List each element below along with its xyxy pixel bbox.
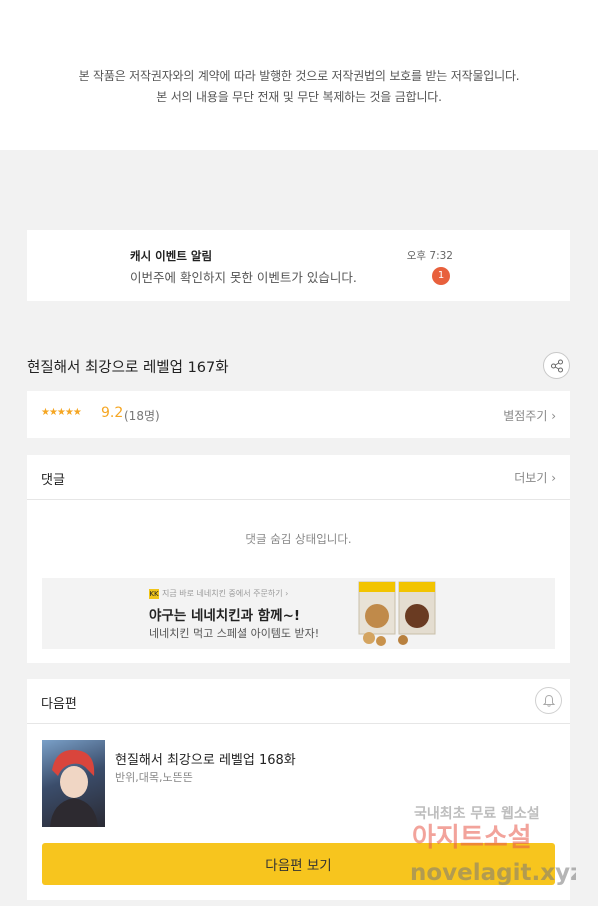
star-rating: ★★★★★ — [41, 407, 82, 418]
event-title: 캐시 이벤트 알림 — [130, 249, 213, 263]
comments-card: 댓글 더보기 › 댓글 숨김 상태입니다. KK 지금 바로 네네치킨 중에서 주… — [27, 455, 570, 663]
rate-button[interactable]: 별점주기 › — [503, 407, 556, 424]
event-time: 오후 7:32 — [406, 250, 453, 262]
ad-small-label: 지금 바로 네네치킨 중에서 주문하기 › — [162, 589, 289, 598]
watermark-line-3: novelagit.xyz — [410, 860, 576, 886]
ad-headline: 야구는 네네치킨과 함께~! — [149, 608, 301, 624]
ad-product-image — [358, 581, 436, 646]
comments-more-link[interactable]: 더보기 › — [514, 469, 556, 486]
comments-title: 댓글 — [41, 473, 65, 488]
next-episode-header: 다음편 — [27, 679, 570, 724]
site-watermark: 국내최초 무료 웹소설 아지트소설 novelagit.xyz — [410, 806, 576, 886]
bell-icon — [542, 694, 555, 707]
comments-hidden-message: 댓글 숨김 상태입니다. — [245, 532, 352, 546]
subscribe-bell-button[interactable] — [535, 687, 562, 714]
next-episode-section-title: 다음편 — [41, 697, 77, 712]
watermark-line-1: 국내최초 무료 웹소설 — [414, 806, 540, 822]
ad-logo: KK — [149, 588, 159, 599]
next-episode-authors: 반위,대목,노뜬뜬 — [115, 771, 193, 784]
share-icon — [550, 359, 563, 372]
ad-subtext: 네네치킨 먹고 스페셜 아이템도 받자! — [149, 627, 320, 640]
next-episode-thumbnail[interactable] — [42, 740, 105, 827]
notice-line-2: 본 서의 내용을 무단 전재 및 무단 복제하는 것을 금합니다. — [156, 90, 442, 104]
notice-line-1: 본 작품은 저작권자와의 계약에 따라 발행한 것으로 저작권법의 보호를 받는… — [78, 69, 520, 83]
comments-header: 댓글 더보기 › — [27, 455, 570, 500]
event-count-badge: 1 — [432, 267, 450, 285]
copyright-notice: 본 작품은 저작권자와의 계약에 따라 발행한 것으로 저작권법의 보호를 받는… — [0, 0, 598, 150]
share-button[interactable] — [543, 352, 570, 379]
event-notification-card[interactable]: 캐시 이벤트 알림 이번주에 확인하지 못한 이벤트가 있습니다. 오후 7:3… — [27, 230, 570, 301]
rating-score: 9.2 — [101, 405, 124, 421]
character-illustration — [50, 749, 98, 827]
rating-count: (18명) — [124, 409, 160, 423]
episode-title: 현질해서 최강으로 레벨업 167화 — [27, 360, 229, 376]
event-text: 이번주에 확인하지 못한 이벤트가 있습니다. — [130, 270, 357, 285]
ad-banner[interactable]: KK 지금 바로 네네치킨 중에서 주문하기 › 야구는 네네치킨과 함께~! 네… — [42, 578, 555, 649]
rating-card: ★★★★★ 9.2 (18명) 별점주기 › — [27, 391, 570, 438]
ad-small-text: KK 지금 바로 네네치킨 중에서 주문하기 › — [149, 588, 288, 599]
watermark-line-2: 아지트소설 — [412, 823, 532, 853]
next-episode-title[interactable]: 현질해서 최강으로 레벨업 168화 — [115, 749, 296, 768]
